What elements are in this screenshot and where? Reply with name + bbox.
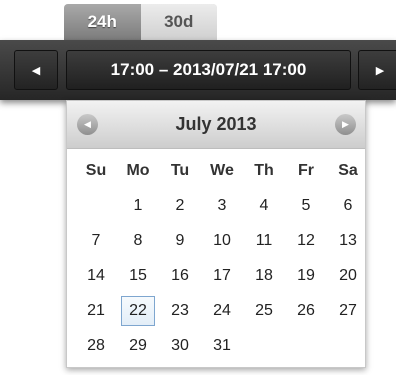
calendar-day-21[interactable]: 21 <box>75 296 117 326</box>
calendar-day-12[interactable]: 12 <box>285 226 327 256</box>
calendar-day-6[interactable]: 6 <box>327 191 369 221</box>
calendar-day-18[interactable]: 18 <box>243 261 285 291</box>
next-month-button[interactable]: ▶ <box>335 114 356 135</box>
calendar-day-30[interactable]: 30 <box>159 331 201 361</box>
calendar-header: ◀ July 2013 ▶ <box>67 101 365 149</box>
weekday-header-saturday: Sa <box>338 162 358 179</box>
calendar-day-15[interactable]: 15 <box>117 261 159 291</box>
calendar-day-14[interactable]: 14 <box>75 261 117 291</box>
weekday-header-wednesday: We <box>210 162 234 179</box>
calendar-empty-cell <box>75 191 117 221</box>
weekday-header-friday: Fr <box>298 162 314 179</box>
calendar-day-13[interactable]: 13 <box>327 226 369 256</box>
weekday-header-sunday: Su <box>85 162 107 179</box>
calendar-day-25[interactable]: 25 <box>243 296 285 326</box>
range-tabs: 24h 30d <box>64 4 217 40</box>
chevron-right-icon: ▶ <box>342 119 349 129</box>
calendar-day-10[interactable]: 10 <box>201 226 243 256</box>
calendar-day-17[interactable]: 17 <box>201 261 243 291</box>
calendar-day-7[interactable]: 7 <box>75 226 117 256</box>
chevron-left-icon: ◀ <box>84 119 91 129</box>
previous-range-button[interactable]: ◀ <box>14 50 58 90</box>
weekday-header-thursday: Th <box>254 162 274 179</box>
tab-24h[interactable]: 24h <box>64 4 141 40</box>
calendar-day-16[interactable]: 16 <box>159 261 201 291</box>
calendar-day-31[interactable]: 31 <box>201 331 243 361</box>
triangle-left-icon: ◀ <box>31 64 41 77</box>
date-picker-calendar: ◀ July 2013 ▶ Su Mo Tu We Th Fr Sa 1 2 3 4 5 6 7 8 9 10 1… <box>66 100 366 368</box>
calendar-day-11[interactable]: 11 <box>243 226 285 256</box>
calendar-day-3[interactable]: 3 <box>201 191 243 221</box>
weekday-header-monday: Mo <box>126 162 150 179</box>
previous-month-button[interactable]: ◀ <box>77 114 98 135</box>
calendar-day-4[interactable]: 4 <box>243 191 285 221</box>
time-range-display[interactable]: 17:00 – 2013/07/21 17:00 <box>66 50 351 90</box>
calendar-grid: Su Mo Tu We Th Fr Sa 1 2 3 4 5 6 7 8 9 10 11 12 13 14 15 16 17 1… <box>75 156 369 361</box>
calendar-day-29[interactable]: 29 <box>117 331 159 361</box>
calendar-day-28[interactable]: 28 <box>75 331 117 361</box>
calendar-day-19[interactable]: 19 <box>285 261 327 291</box>
calendar-day-24[interactable]: 24 <box>201 296 243 326</box>
calendar-day-22[interactable]: 22 <box>121 296 155 326</box>
calendar-day-9[interactable]: 9 <box>159 226 201 256</box>
next-range-button[interactable]: ▶ <box>358 50 396 90</box>
calendar-day-1[interactable]: 1 <box>117 191 159 221</box>
calendar-month-title: July 2013 <box>175 114 257 134</box>
calendar-day-23[interactable]: 23 <box>159 296 201 326</box>
weekday-header-tuesday: Tu <box>170 162 190 179</box>
calendar-day-20[interactable]: 20 <box>327 261 369 291</box>
calendar-day-8[interactable]: 8 <box>117 226 159 256</box>
triangle-right-icon: ▶ <box>375 64 385 77</box>
tab-30d[interactable]: 30d <box>140 4 217 40</box>
calendar-day-26[interactable]: 26 <box>285 296 327 326</box>
calendar-day-5[interactable]: 5 <box>285 191 327 221</box>
calendar-day-27[interactable]: 27 <box>327 296 369 326</box>
time-range-bar: ◀ 17:00 – 2013/07/21 17:00 ▶ <box>0 40 396 100</box>
calendar-day-2[interactable]: 2 <box>159 191 201 221</box>
